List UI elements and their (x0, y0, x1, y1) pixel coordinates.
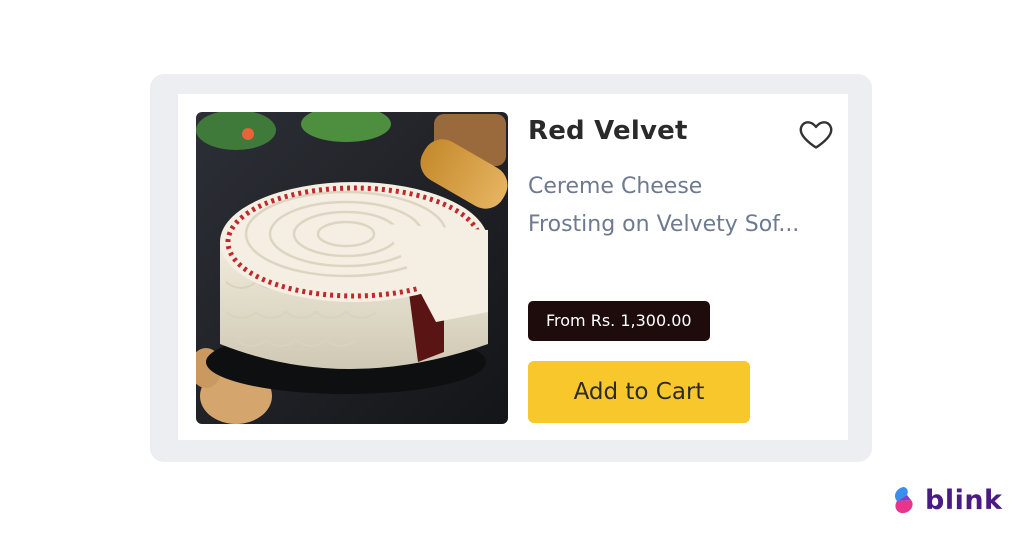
product-image[interactable] (196, 112, 508, 424)
add-to-cart-button[interactable]: Add to Cart (528, 361, 750, 423)
heart-outline-icon[interactable] (798, 116, 834, 152)
blink-logo-icon (895, 487, 913, 514)
product-title: Red Velvet (528, 116, 688, 146)
description-line-1: Cereme Cheese (528, 174, 703, 199)
description-line-2: Frosting on Velvety Sof... (528, 212, 800, 237)
brand-name: blink (925, 484, 1003, 516)
product-card[interactable]: Red Velvet Cereme Cheese Frosting on Vel… (178, 94, 848, 440)
brand-logo: blink (893, 484, 1003, 516)
product-description: Cereme Cheese Frosting on Velvety Sof... (528, 168, 833, 244)
price-badge: From Rs. 1,300.00 (528, 301, 710, 341)
